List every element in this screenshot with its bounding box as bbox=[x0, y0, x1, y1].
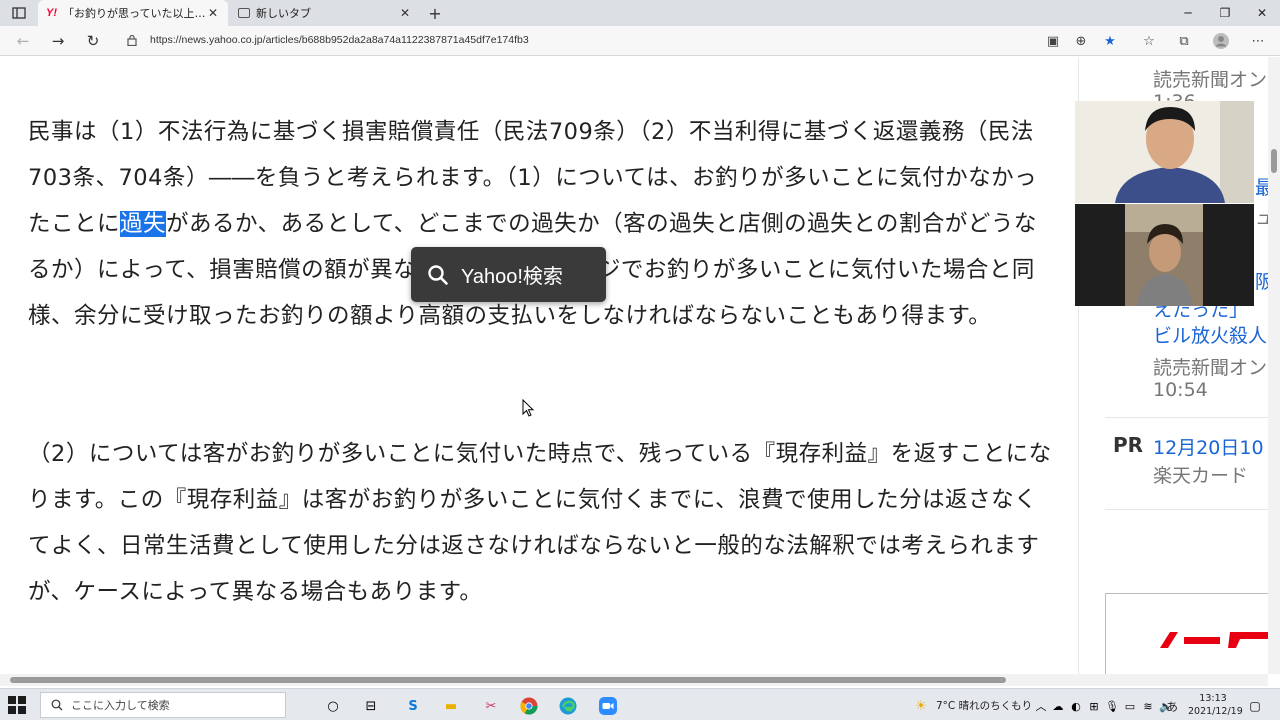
vertical-scrollbar[interactable] bbox=[1268, 57, 1280, 674]
edge-icon[interactable] bbox=[557, 695, 579, 717]
ad-banner[interactable] bbox=[1105, 593, 1268, 674]
back-button[interactable]: ← bbox=[12, 31, 34, 51]
horizontal-scrollbar[interactable] bbox=[0, 674, 1268, 686]
video-call-participant-2[interactable] bbox=[1075, 204, 1254, 306]
tab-actions-icon bbox=[12, 7, 26, 19]
selected-text[interactable]: 過失 bbox=[120, 211, 167, 237]
yahoo-search-popup[interactable]: Yahoo!検索 bbox=[411, 247, 606, 302]
snipping-tool-icon[interactable]: ✂ bbox=[480, 695, 502, 717]
ad-logo-icon bbox=[1160, 632, 1268, 648]
tab-bar: Y! 「お釣りが思っていた以上に多い」時 ✕ 新しいタブ ✕ + ─ ❐ ✕ bbox=[0, 0, 1280, 26]
clock-time: 13:13 bbox=[1199, 693, 1227, 704]
taskbar-search-input[interactable]: ここに入力して検索 bbox=[40, 692, 286, 718]
scrollbar-thumb[interactable] bbox=[1271, 149, 1277, 173]
video-call-participant-1[interactable] bbox=[1075, 101, 1254, 203]
chrome-icon[interactable] bbox=[518, 695, 540, 717]
popup-label: Yahoo!検索 bbox=[461, 266, 563, 288]
skype-icon[interactable]: S bbox=[402, 695, 424, 717]
participant-video-icon bbox=[1075, 204, 1254, 306]
task-view-icon[interactable]: ⊟ bbox=[360, 695, 382, 717]
zoom-icon[interactable]: ⊕ bbox=[1070, 31, 1092, 51]
lock-icon[interactable] bbox=[127, 34, 137, 46]
url-field[interactable]: https://news.yahoo.co.jp/articles/b688b9… bbox=[150, 34, 529, 46]
restore-button[interactable]: ❐ bbox=[1208, 0, 1242, 26]
search-icon bbox=[428, 264, 448, 285]
search-icon bbox=[51, 699, 63, 711]
taskbar-clock[interactable]: 13:13 2021/12/19 bbox=[1188, 692, 1243, 718]
ime-indicator[interactable]: あ bbox=[1166, 698, 1178, 715]
pr-source: 楽天カード bbox=[1153, 465, 1249, 487]
pr-title[interactable]: 12月20日10 bbox=[1153, 433, 1264, 460]
refresh-button[interactable]: ↻ bbox=[82, 31, 104, 51]
divider bbox=[1105, 509, 1268, 510]
favorite-star-icon[interactable]: ★ bbox=[1099, 31, 1121, 51]
news-source: 読売新聞オン bbox=[1153, 357, 1268, 379]
favorites-list-icon[interactable]: ☆ bbox=[1138, 31, 1160, 51]
more-menu-icon[interactable]: ⋯ bbox=[1247, 31, 1269, 51]
forward-button[interactable]: → bbox=[47, 31, 69, 51]
page-icon bbox=[238, 8, 250, 18]
clock-date: 2021/12/19 bbox=[1188, 706, 1243, 717]
windows-start-icon[interactable] bbox=[8, 696, 26, 714]
search-placeholder: ここに入力して検索 bbox=[71, 699, 170, 712]
news-title-fragment[interactable]: 最 bbox=[1255, 173, 1268, 200]
address-toolbar: ← → ↻ https://news.yahoo.co.jp/articles/… bbox=[0, 26, 1280, 56]
news-title[interactable]: ビル放火殺人 bbox=[1153, 321, 1267, 348]
tab-actions-button[interactable] bbox=[6, 4, 32, 22]
tab-label: 新しいタブ bbox=[256, 7, 311, 20]
close-window-button[interactable]: ✕ bbox=[1245, 0, 1279, 26]
weather-icon[interactable]: ☀ bbox=[910, 695, 932, 717]
divider bbox=[1105, 417, 1268, 418]
collections-icon[interactable]: ⧉ bbox=[1173, 31, 1195, 51]
news-time: 10:54 bbox=[1153, 379, 1208, 401]
article-paragraph-2: （2）については客がお釣りが多いことに気付いた時点で、残っている『現存利益』を返… bbox=[28, 441, 1052, 605]
notification-icon[interactable]: ▢ bbox=[1244, 695, 1266, 717]
windows-taskbar: ここに入力して検索 ○ ⊟ S ▬ ✂ ☀ 7°C 晴れのちくもり ︿ ☁ ◐ … bbox=[0, 688, 1280, 720]
profile-avatar[interactable] bbox=[1210, 31, 1232, 51]
zoom-app-icon[interactable] bbox=[597, 695, 619, 717]
participant-video-icon bbox=[1075, 101, 1254, 203]
article-body: 民事は（1）不法行為に基づく損害賠償責任（民法709条）（2）不当利得に基づく返… bbox=[0, 57, 1077, 674]
close-tab-icon[interactable]: ✕ bbox=[398, 6, 412, 20]
minimize-button[interactable]: ─ bbox=[1171, 0, 1205, 26]
weather-text[interactable]: 7°C 晴れのちくもり bbox=[936, 698, 1032, 713]
scrollbar-thumb[interactable] bbox=[10, 677, 1006, 683]
cortana-icon[interactable]: ○ bbox=[322, 695, 344, 717]
news-title-fragment[interactable]: 阪 bbox=[1255, 267, 1268, 294]
pr-badge: PR bbox=[1113, 433, 1144, 457]
tab-yahoo-article[interactable]: Y! 「お釣りが思っていた以上に多い」時 ✕ bbox=[38, 0, 228, 26]
new-tab-button[interactable]: + bbox=[425, 3, 445, 23]
file-explorer-icon[interactable]: ▬ bbox=[440, 695, 462, 717]
article-paragraph-1: 民事は（1）不法行為に基づく損害賠償責任（民法709条）（2）不当利得に基づく返… bbox=[28, 109, 1058, 339]
news-title-fragment: ュ bbox=[1255, 203, 1268, 230]
news-source: 読売新聞オン bbox=[1153, 69, 1268, 91]
tab-label: 「お釣りが思っていた以上に多い」時 bbox=[63, 7, 206, 20]
mouse-cursor-icon bbox=[522, 399, 534, 417]
yahoo-icon: Y! bbox=[46, 7, 57, 19]
tab-new-tab[interactable]: 新しいタブ ✕ bbox=[230, 0, 420, 26]
close-tab-icon[interactable]: ✕ bbox=[206, 6, 220, 20]
reader-view-icon[interactable]: ▣ bbox=[1042, 31, 1064, 51]
